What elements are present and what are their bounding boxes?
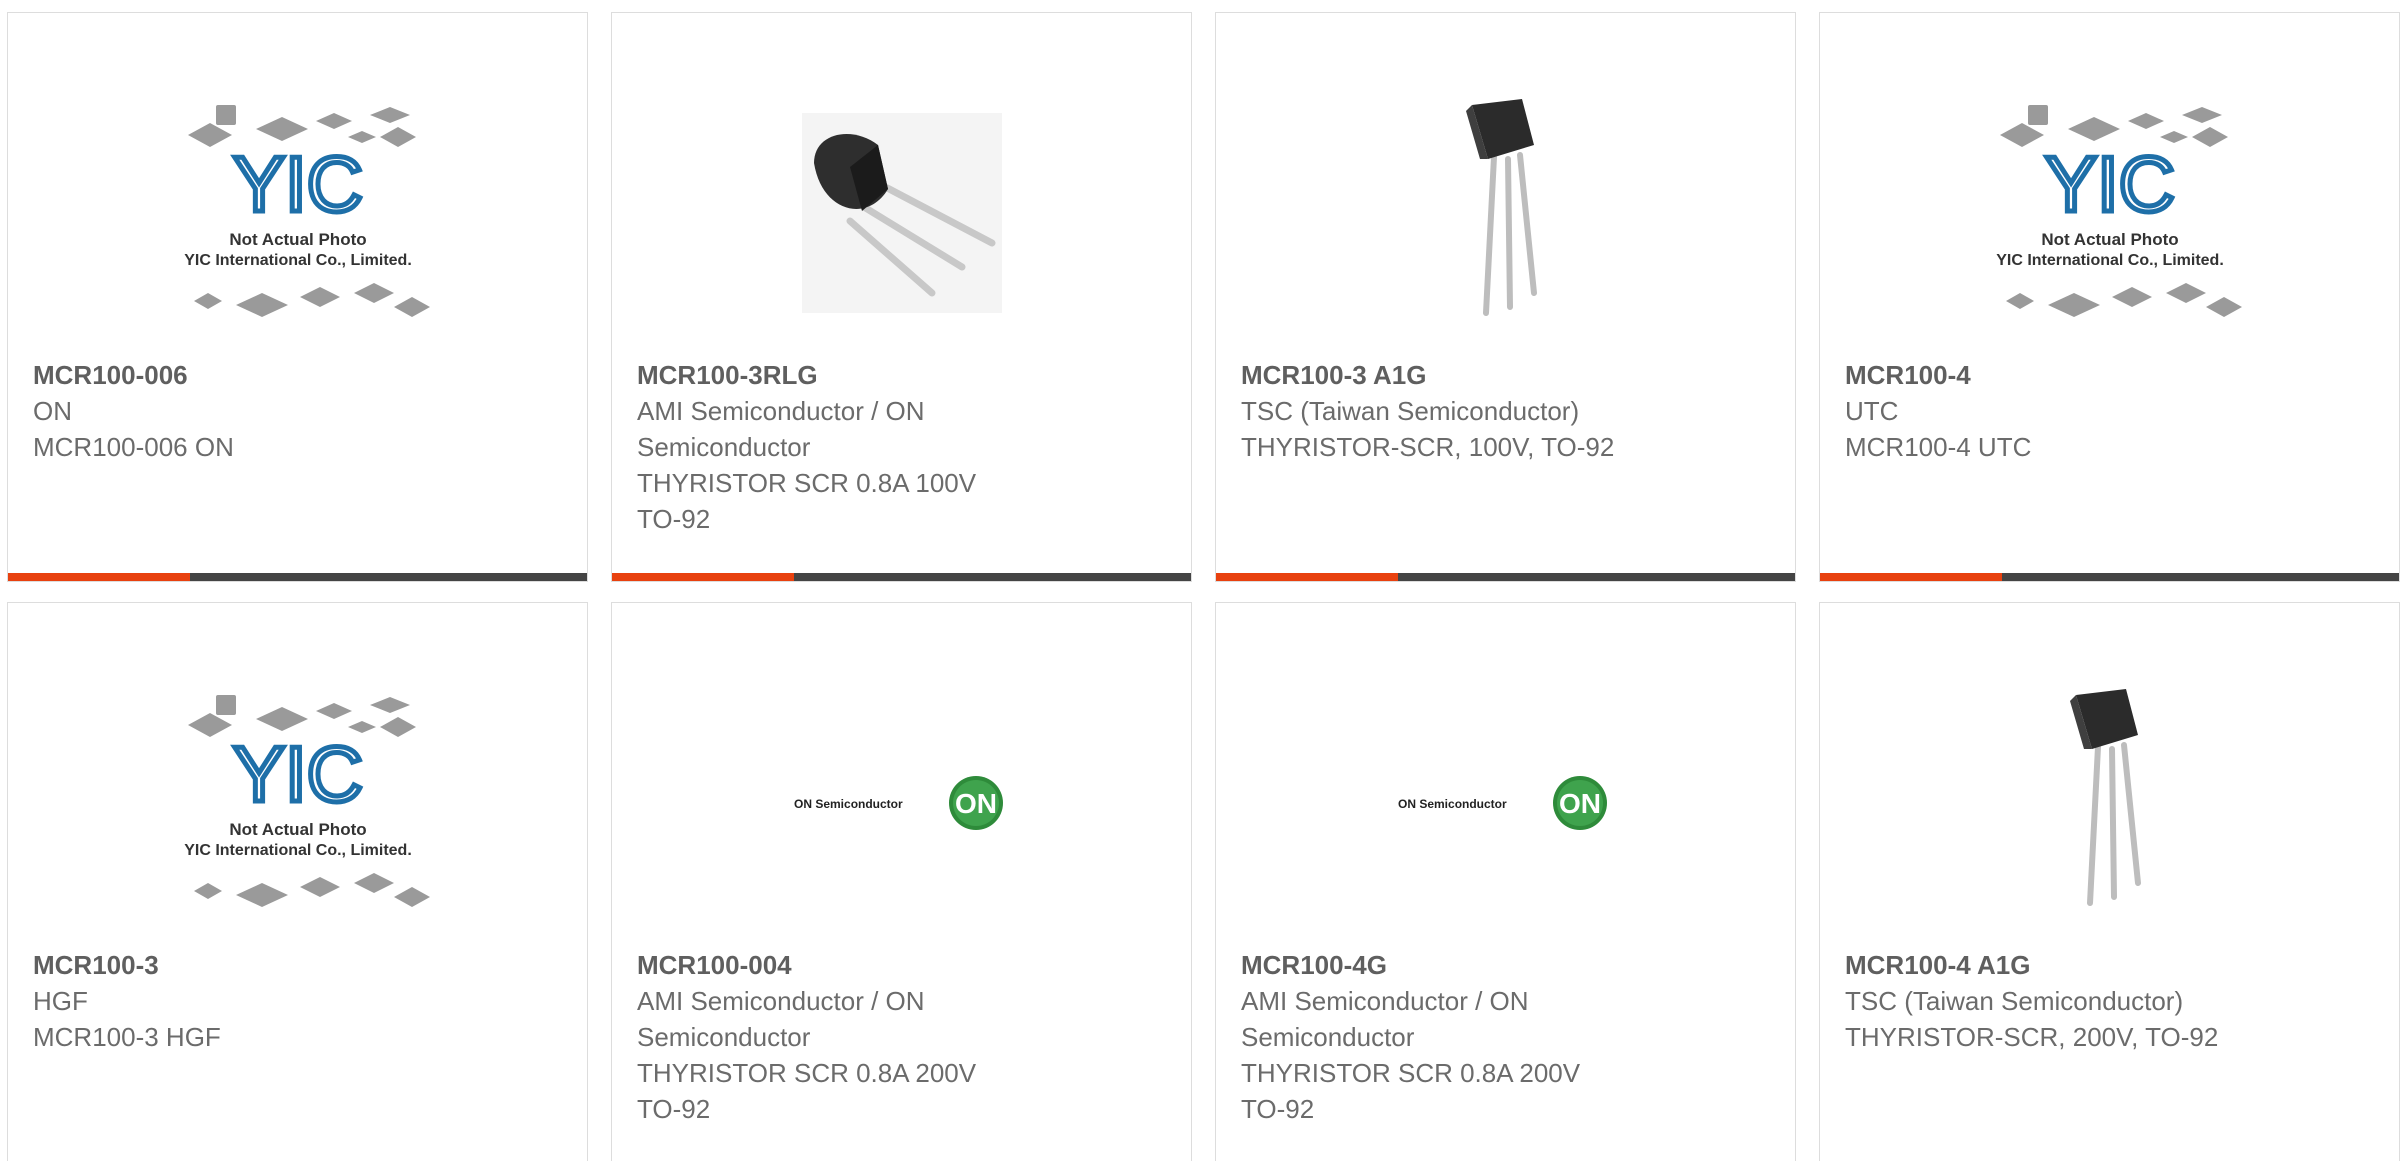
not-actual-photo-placeholder-icon: YIC Not Actual Photo YIC International C… — [184, 105, 430, 317]
product-card[interactable]: YIC Not Actual Photo YIC International C… — [1819, 12, 2400, 582]
card-accent-bar — [1216, 573, 1398, 581]
product-card[interactable]: MCR100-3 A1G TSC (Taiwan Semiconductor) … — [1215, 12, 1796, 582]
card-accent-bar — [8, 573, 190, 581]
product-card[interactable]: YIC Not Actual Photo YIC International C… — [7, 12, 588, 582]
svg-text:Not Actual Photo: Not Actual Photo — [2041, 230, 2178, 249]
package-label: TO-92 — [637, 504, 711, 534]
product-card[interactable]: MCR100-4 A1G TSC (Taiwan Semiconductor) … — [1819, 602, 2400, 1161]
to92-vertical-icon — [2069, 689, 2141, 906]
card-bottom-bar — [8, 573, 587, 581]
part-number-link[interactable]: MCR100-3 — [33, 947, 562, 983]
product-image[interactable] — [1820, 663, 2399, 943]
svg-text:ON: ON — [955, 788, 997, 819]
manufacturer-label: UTC — [1845, 396, 1899, 426]
description-label: THYRISTOR SCR 0.8A 200V — [1241, 1058, 1581, 1088]
svg-text:ON: ON — [1559, 788, 1601, 819]
part-number-link[interactable]: MCR100-4G — [1241, 947, 1770, 983]
not-actual-photo-placeholder-icon: YIC Not Actual Photo YIC International C… — [1996, 105, 2242, 317]
part-number-link[interactable]: MCR100-004 — [637, 947, 1166, 983]
card-bottom-bar — [1216, 573, 1795, 581]
card-accent-bar — [612, 573, 794, 581]
manufacturer-label-cont: Semiconductor — [1241, 1022, 1415, 1052]
description-label: THYRISTOR-SCR, 200V, TO-92 — [1845, 1022, 2219, 1052]
yic-placeholder-image[interactable]: YIC Not Actual Photo YIC International C… — [8, 663, 587, 943]
svg-text:YIC International Co., Limited: YIC International Co., Limited. — [184, 252, 412, 269]
not-actual-photo-placeholder-icon: YIC Not Actual Photo YIC International C… — [184, 695, 430, 907]
manufacturer-label: AMI Semiconductor / ON — [637, 986, 925, 1016]
manufacturer-logo-image[interactable]: ON Semiconductor ON — [1216, 663, 1795, 943]
manufacturer-label: AMI Semiconductor / ON — [1241, 986, 1529, 1016]
part-number-link[interactable]: MCR100-3 A1G — [1241, 357, 1770, 393]
manufacturer-logo-image[interactable]: ON Semiconductor ON — [612, 663, 1191, 943]
to92-vertical-icon — [1465, 99, 1537, 316]
part-number-link[interactable]: MCR100-006 — [33, 357, 562, 393]
on-semiconductor-logo-icon: ON Semiconductor ON — [1398, 776, 1607, 830]
manufacturer-label: ON — [33, 396, 72, 426]
product-image[interactable] — [612, 73, 1191, 353]
manufacturer-label: AMI Semiconductor / ON — [637, 396, 925, 426]
on-semiconductor-logo-icon: ON Semiconductor ON — [794, 776, 1003, 830]
description-label: MCR100-4 UTC — [1845, 432, 2032, 462]
package-label: TO-92 — [637, 1094, 711, 1124]
manufacturer-label-cont: Semiconductor — [637, 1022, 811, 1052]
svg-text:YIC: YIC — [232, 730, 362, 818]
product-card[interactable]: ON Semiconductor ON MCR100-004 AMI Semic… — [611, 602, 1192, 1161]
svg-text:Not Actual Photo: Not Actual Photo — [229, 230, 366, 249]
part-number-link[interactable]: MCR100-4 A1G — [1845, 947, 2374, 983]
manufacturer-label: TSC (Taiwan Semiconductor) — [1241, 396, 1580, 426]
svg-text:Not Actual Photo: Not Actual Photo — [229, 820, 366, 839]
svg-text:ON Semiconductor: ON Semiconductor — [794, 797, 903, 811]
description-label: THYRISTOR SCR 0.8A 100V — [637, 468, 977, 498]
svg-text:YIC International Co., Limited: YIC International Co., Limited. — [1996, 252, 2224, 269]
svg-text:YIC International Co., Limited: YIC International Co., Limited. — [184, 842, 412, 859]
yic-placeholder-image[interactable]: YIC Not Actual Photo YIC International C… — [8, 73, 587, 353]
product-card[interactable]: YIC Not Actual Photo YIC International C… — [7, 602, 588, 1161]
yic-placeholder-image[interactable]: YIC Not Actual Photo YIC International C… — [1820, 73, 2399, 353]
card-bottom-bar — [612, 573, 1191, 581]
description-label: THYRISTOR-SCR, 100V, TO-92 — [1241, 432, 1615, 462]
description-label: MCR100-3 HGF — [33, 1022, 221, 1052]
manufacturer-label-cont: Semiconductor — [637, 432, 811, 462]
manufacturer-label: TSC (Taiwan Semiconductor) — [1845, 986, 2184, 1016]
product-card[interactable]: ON Semiconductor ON MCR100-4G AMI Semico… — [1215, 602, 1796, 1161]
description-label: THYRISTOR SCR 0.8A 200V — [637, 1058, 977, 1088]
svg-text:YIC: YIC — [2044, 140, 2174, 228]
card-bottom-bar — [1820, 573, 2399, 581]
svg-text:YIC: YIC — [232, 140, 362, 228]
card-accent-bar — [1820, 573, 2002, 581]
description-label: MCR100-006 ON — [33, 432, 234, 462]
part-number-link[interactable]: MCR100-4 — [1845, 357, 2374, 393]
to92-component-icon — [801, 113, 1002, 313]
product-image[interactable] — [1216, 73, 1795, 353]
part-number-link[interactable]: MCR100-3RLG — [637, 357, 1166, 393]
manufacturer-label: HGF — [33, 986, 88, 1016]
package-label: TO-92 — [1241, 1094, 1315, 1124]
svg-text:ON Semiconductor: ON Semiconductor — [1398, 797, 1507, 811]
product-card[interactable]: MCR100-3RLG AMI Semiconductor / ON Semic… — [611, 12, 1192, 582]
